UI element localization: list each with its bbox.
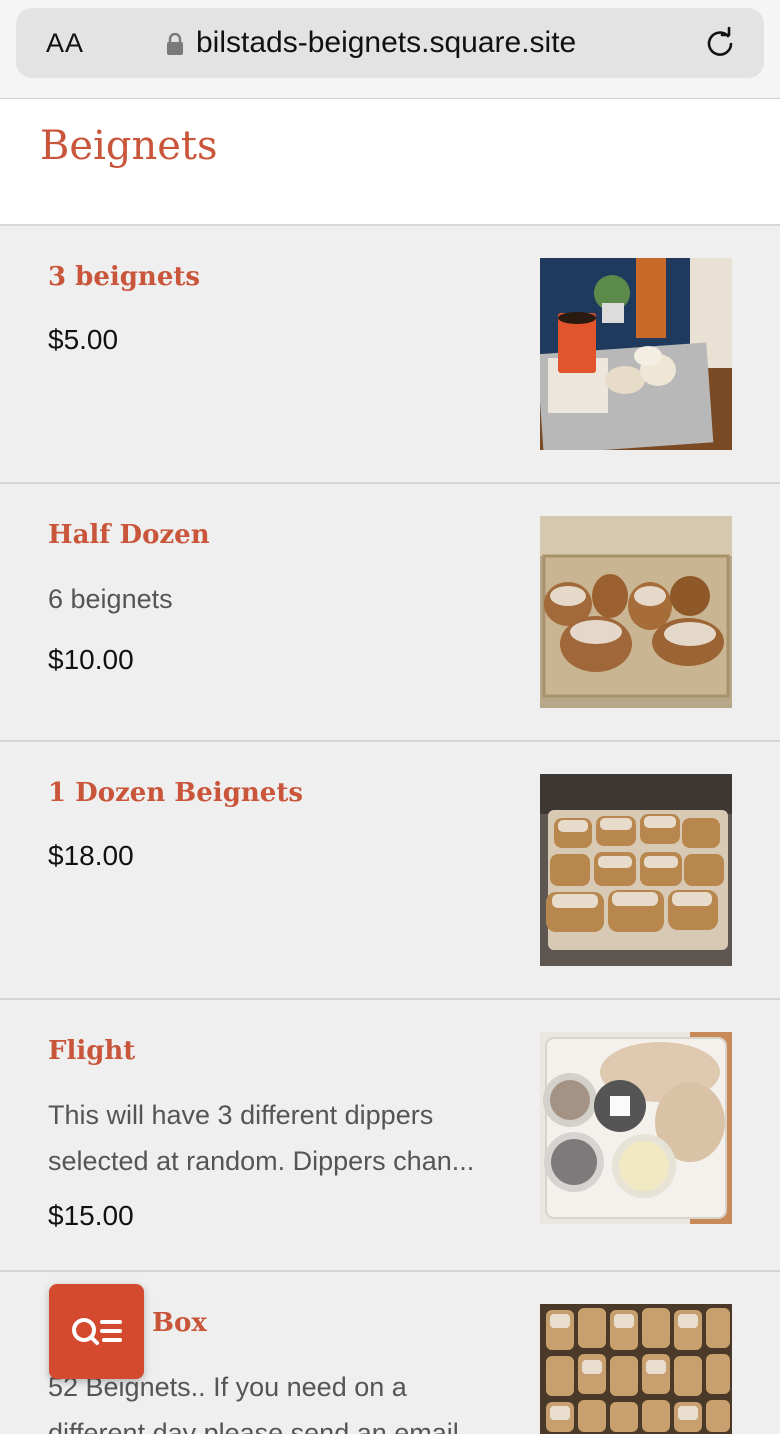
item-name: 3 beignets [48, 262, 201, 292]
menu-item[interactable]: 1 Dozen Beignets $18.00 [0, 742, 780, 1000]
menu-item[interactable]: 3 beignets $5.00 [0, 226, 780, 484]
page-title: Beignets [40, 123, 218, 169]
item-price: $18.00 [48, 840, 134, 871]
reload-icon[interactable] [702, 26, 738, 62]
item-description: 6 beignets [48, 584, 173, 614]
item-name: 1 Dozen Beignets [48, 778, 303, 808]
item-photo [540, 774, 732, 966]
item-photo [540, 1304, 732, 1434]
item-name: Box [152, 1308, 207, 1338]
search-list-icon [72, 1318, 122, 1345]
menu-item[interactable]: Flight This will have 3 different dipper… [0, 1000, 780, 1272]
item-photo [540, 516, 732, 708]
menu-item[interactable]: Half Dozen 6 beignets $10.00 [0, 484, 780, 742]
menu-search-button[interactable] [49, 1284, 144, 1379]
item-price: $15.00 [48, 1200, 134, 1231]
address-bar[interactable]: AA bilstads-beignets.square.site [16, 8, 764, 78]
item-price: $5.00 [48, 324, 119, 355]
item-name: Half Dozen [48, 520, 210, 550]
page-header: Beignets [0, 99, 780, 226]
item-photo [540, 258, 732, 450]
item-description: This will have 3 different dippers selec… [48, 1100, 475, 1176]
text-size-button[interactable]: AA [46, 8, 84, 78]
item-price: $10.00 [48, 644, 134, 675]
item-name: Flight [48, 1036, 136, 1066]
item-photo [540, 1032, 732, 1224]
lock-icon [167, 33, 183, 55]
url-text[interactable]: bilstads-beignets.square.site [196, 8, 576, 78]
browser-toolbar: AA bilstads-beignets.square.site [0, 0, 780, 99]
